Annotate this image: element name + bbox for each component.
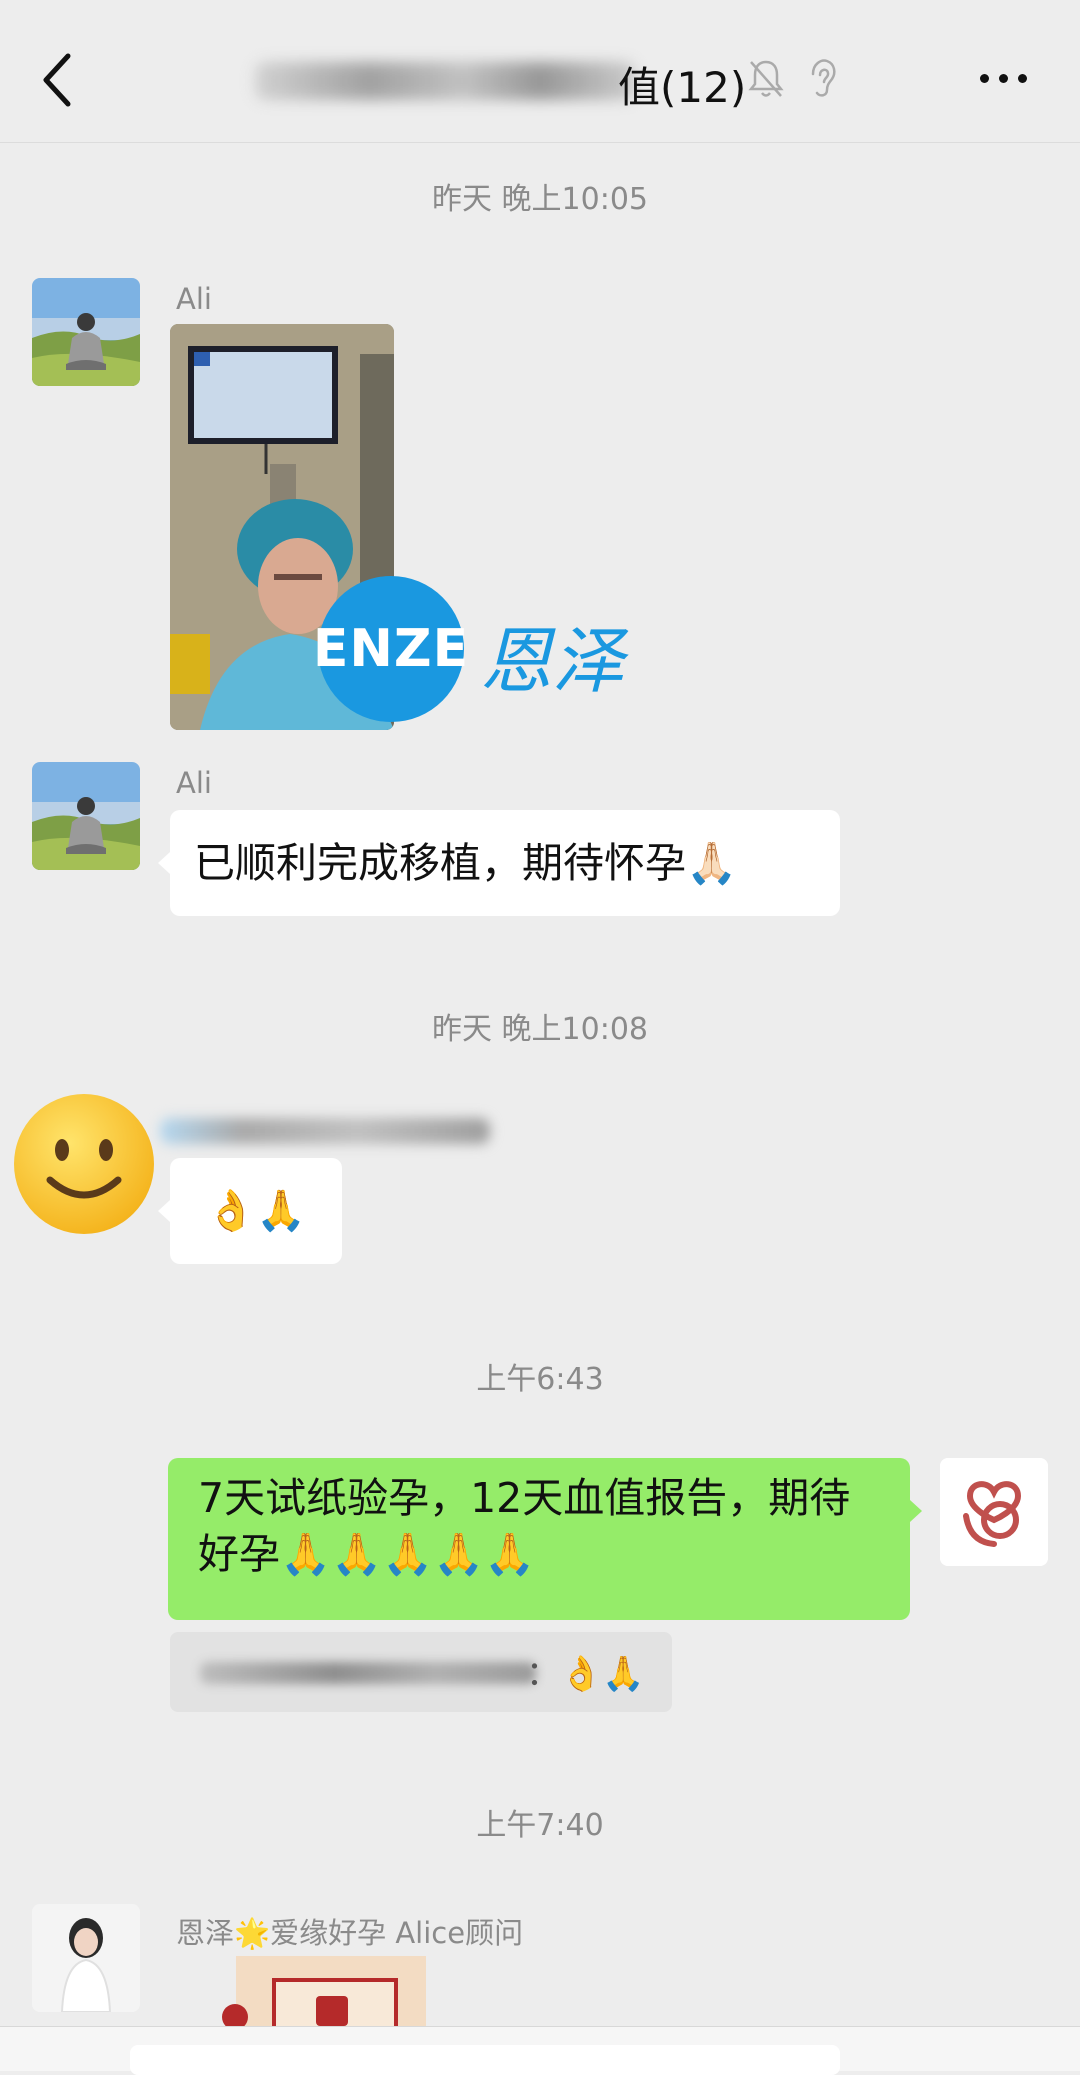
timestamp: 昨天 晚上10:05 xyxy=(432,182,648,217)
message-text: 👌🙏 xyxy=(206,1188,306,1234)
message-bubble[interactable]: 已顺利完成移植，期待怀孕🙏🏻 xyxy=(170,810,840,916)
avatar-ali[interactable] xyxy=(32,278,140,386)
sender-name: 恩泽🌟爱缘好孕 Alice顾问 xyxy=(176,1916,524,1950)
timestamp: 上午7:40 xyxy=(476,1808,604,1843)
input-bar xyxy=(0,2026,1080,2075)
timestamp: 昨天 晚上10:08 xyxy=(432,1012,648,1047)
group-title[interactable]: 值(12) xyxy=(618,54,746,115)
avatar-ali[interactable] xyxy=(32,762,140,870)
enze-logo: ENZE xyxy=(313,576,468,722)
chat-header: 值(12) xyxy=(0,0,1080,143)
message-text: 已顺利完成移植，期待怀孕🙏🏻 xyxy=(194,839,738,887)
quoted-message[interactable]: ：👌🙏 xyxy=(170,1632,672,1712)
more-icon[interactable] xyxy=(976,70,1032,90)
sender-name: Ali xyxy=(176,766,212,800)
quote-text: ：👌🙏 xyxy=(526,1654,645,1694)
message-text: 7天试纸验孕，12天血值报告，期待好孕🙏🙏🙏🙏🙏 xyxy=(198,1474,851,1578)
own-message-bubble[interactable]: 7天试纸验孕，12天血值报告，期待好孕🙏🙏🙏🙏🙏 xyxy=(168,1458,910,1620)
ear-icon xyxy=(811,59,836,97)
group-title-redacted xyxy=(255,62,635,100)
sender-name-redacted xyxy=(160,1118,490,1144)
sender-name: Ali xyxy=(176,282,212,316)
avatar-self[interactable] xyxy=(940,1458,1048,1566)
mute-bell-icon xyxy=(748,60,784,97)
message-input[interactable] xyxy=(130,2045,840,2075)
avatar-smiley[interactable] xyxy=(12,1092,156,1236)
quote-text-redacted xyxy=(200,1662,536,1684)
enze-logo-cn: 恩泽 xyxy=(480,619,625,703)
shared-image-preview[interactable] xyxy=(236,1956,426,2026)
timestamp: 上午6:43 xyxy=(476,1362,604,1397)
back-icon[interactable] xyxy=(36,50,76,110)
avatar-alice[interactable] xyxy=(32,1904,140,2012)
message-bubble[interactable]: 👌🙏 xyxy=(170,1158,342,1264)
